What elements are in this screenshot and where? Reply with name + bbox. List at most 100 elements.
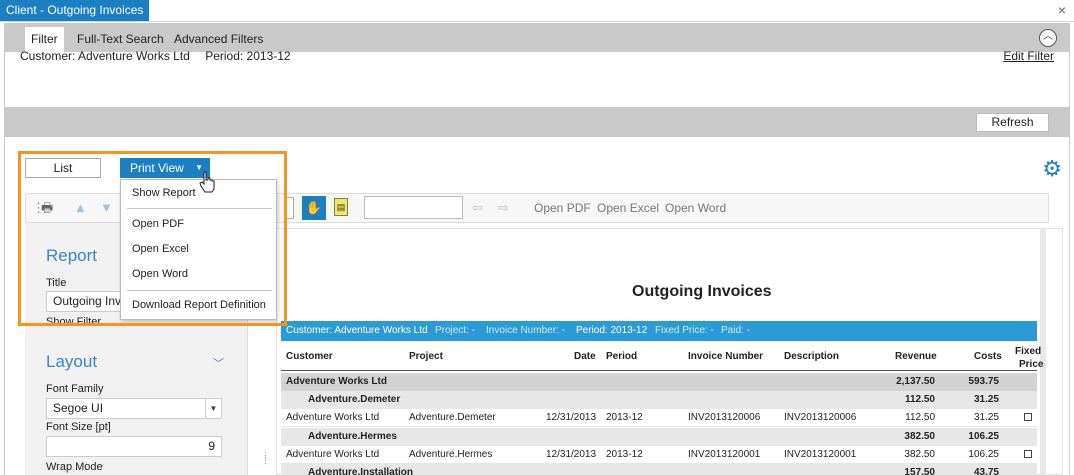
cell-revenue: 382.50	[904, 449, 935, 460]
subgroup-revenue: 157.50	[904, 467, 935, 475]
filter-period: Period: 2013-12	[205, 49, 291, 63]
close-icon[interactable]: ×	[1058, 2, 1066, 18]
col-period: Period	[606, 351, 638, 362]
group-name: Adventure Works Ltd	[286, 376, 387, 387]
subgroup-row: Adventure.Demeter 112.50 31.25	[281, 391, 1037, 409]
header-rule	[281, 370, 1037, 371]
font-size-label: Font Size [pt]	[46, 421, 111, 433]
arrow-up-icon[interactable]: ▲	[74, 200, 87, 216]
refresh-button[interactable]: Refresh	[976, 113, 1049, 132]
cell-description: INV2013120006	[784, 412, 857, 423]
report-section-heading: Report	[46, 246, 98, 265]
window-title: Client - Outgoing Invoices	[0, 0, 150, 21]
subgroup-name: Adventure.Hermes	[308, 431, 397, 442]
col-project: Project	[409, 351, 443, 362]
back-icon[interactable]: ⇦	[472, 200, 483, 216]
hand-tool-icon[interactable]: ✋	[302, 196, 326, 220]
bar-customer: Customer: Adventure Works Ltd	[286, 325, 428, 336]
subgroup-revenue: 112.50	[904, 394, 935, 405]
bar-period: Period: 2013-12	[576, 325, 648, 336]
open-word-button[interactable]: Open Word	[665, 201, 726, 215]
col-revenue: Revenue	[895, 351, 937, 362]
menu-item-show-report[interactable]: Show Report	[132, 187, 196, 199]
cell-customer: Adventure Works Ltd	[286, 449, 380, 460]
bar-project: Project: -	[435, 325, 476, 336]
edit-filter-link[interactable]: Edit Filter	[1003, 49, 1054, 63]
cell-date: 12/31/2013	[546, 412, 597, 423]
hand-cursor-icon	[199, 171, 215, 193]
bar-fixed-price: Fixed Price: -	[655, 325, 714, 336]
cell-period: 2013-12	[606, 449, 643, 460]
subgroup-costs: 106.25	[968, 431, 999, 442]
col-costs: Costs	[974, 351, 1002, 362]
col-price: Price	[1019, 359, 1044, 370]
layout-section-heading: Layout	[46, 352, 98, 371]
subgroup-name: Adventure.Installation	[308, 467, 414, 475]
splitter-grip-icon[interactable]: ⋮ ⋮	[261, 451, 271, 465]
col-description: Description	[784, 351, 840, 362]
show-filter-label: Show Filter	[46, 316, 102, 328]
print-view-menu: Show Report Open PDF Open Excel Open Wor…	[120, 179, 277, 320]
subgroup-row: Adventure.Installation 157.50 43.75	[281, 464, 1037, 475]
group-row: Adventure Works Ltd 2,137.50 593.75	[281, 373, 1037, 391]
cell-customer: Adventure Works Ltd	[286, 412, 380, 423]
document-icon[interactable]: ▤	[334, 198, 348, 216]
collapse-icon[interactable]: ︿	[1039, 29, 1057, 47]
title-label: Title	[46, 277, 67, 289]
cell-period: 2013-12	[606, 412, 643, 423]
cell-revenue: 112.50	[905, 412, 935, 423]
report-filter-bar: Customer: Adventure Works Ltd Project: -…	[281, 321, 1037, 341]
cell-costs: 106.25	[968, 449, 999, 460]
zoom-select[interactable]	[284, 197, 294, 219]
filter-tab-bar: Filter Full-Text Search Advanced Filters…	[5, 24, 1069, 52]
title-bar: Client - Outgoing Invoices ×	[0, 0, 1074, 22]
fixed-price-checkbox	[1024, 413, 1032, 421]
menu-divider	[127, 208, 272, 209]
print-icon[interactable]: 🖶	[41, 200, 53, 216]
col-invoice-number: Invoice Number	[688, 351, 764, 362]
col-date: Date	[574, 351, 596, 362]
subgroup-costs: 31.25	[973, 394, 999, 405]
font-size-field[interactable]: 9	[46, 436, 222, 457]
bar-invoice-number: Invoice Number: -	[486, 325, 565, 336]
font-family-select[interactable]: Segoe UI ▼	[46, 398, 222, 419]
print-view-button[interactable]: Print View ▼	[120, 158, 210, 178]
open-excel-button[interactable]: Open Excel	[597, 201, 659, 215]
chevron-down-icon[interactable]: ﹀	[213, 355, 224, 371]
menu-item-open-word[interactable]: Open Word	[132, 268, 188, 280]
arrow-down-icon[interactable]: ▼	[100, 200, 113, 216]
cell-date: 12/31/2013	[546, 449, 597, 460]
menu-item-open-excel[interactable]: Open Excel	[132, 243, 189, 255]
cell-project: Adventure.Hermes	[409, 449, 493, 460]
filter-summary: Customer: Adventure Works Ltd Period: 20…	[20, 49, 303, 63]
group-costs: 593.75	[968, 376, 999, 387]
refresh-bar: Refresh	[5, 107, 1069, 137]
menu-divider	[127, 290, 272, 291]
group-revenue: 2,137.50	[896, 376, 935, 387]
forward-icon[interactable]: ⇨	[498, 200, 509, 216]
bar-paid: Paid: -	[721, 325, 750, 336]
open-pdf-button[interactable]: Open PDF	[534, 201, 591, 215]
subgroup-name: Adventure.Demeter	[308, 394, 401, 405]
gear-icon[interactable]: ⚙	[1042, 157, 1062, 181]
table-row: Adventure Works Ltd Adventure.Hermes 12/…	[281, 446, 1037, 464]
menu-item-open-pdf[interactable]: Open PDF	[132, 218, 184, 230]
col-fixed: Fixed	[1015, 346, 1042, 357]
cell-description: INV2013120001	[784, 449, 857, 460]
col-customer: Customer	[286, 351, 333, 362]
list-view-button[interactable]: List	[25, 158, 101, 178]
fixed-price-checkbox	[1024, 450, 1032, 458]
menu-item-download-report-definition[interactable]: Download Report Definition	[132, 299, 266, 311]
report-title: Outgoing Invoices	[632, 283, 772, 300]
font-family-label: Font Family	[46, 383, 104, 395]
table-row: Adventure Works Ltd Adventure.Demeter 12…	[281, 409, 1037, 427]
print-view-label: Print View	[130, 161, 184, 175]
font-family-value: Segoe UI	[53, 401, 104, 415]
subgroup-costs: 43.75	[973, 467, 999, 475]
search-input[interactable]	[364, 196, 463, 219]
cell-costs: 31.25	[973, 412, 999, 423]
cell-project: Adventure.Demeter	[409, 412, 496, 423]
cell-invoice-number: INV2013120006	[688, 412, 761, 423]
cell-invoice-number: INV2013120001	[688, 449, 761, 460]
subgroup-row: Adventure.Hermes 382.50 106.25	[281, 428, 1037, 446]
